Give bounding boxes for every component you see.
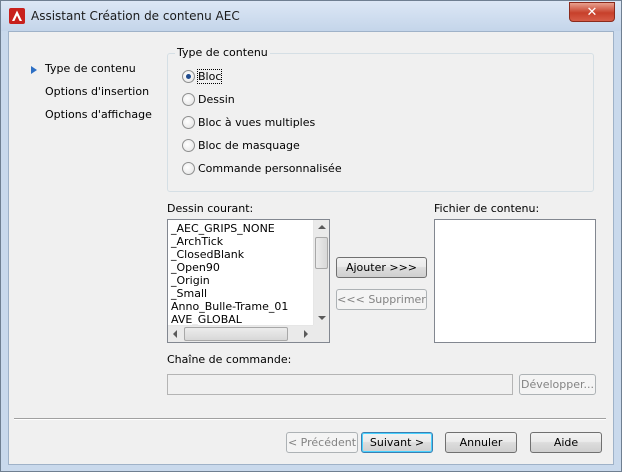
radio-label[interactable]: Bloc: [196, 69, 223, 84]
list-item[interactable]: _AEC_GRIPS_NONE: [171, 222, 275, 235]
radio-button-checked[interactable]: [182, 70, 195, 83]
scroll-left-arrow-icon[interactable]: [173, 330, 177, 338]
footer-separator: [14, 418, 606, 420]
content-file-label: Fichier de contenu:: [434, 202, 540, 215]
help-button[interactable]: Aide: [530, 432, 602, 453]
close-icon: ✕: [586, 4, 598, 19]
vertical-scroll-thumb[interactable]: [315, 237, 328, 269]
window-title: Assistant Création de contenu AEC: [31, 9, 240, 23]
horizontal-scrollbar[interactable]: [168, 325, 313, 342]
radio-button[interactable]: [182, 162, 195, 175]
list-item[interactable]: _ArchTick: [171, 235, 223, 248]
command-string-field[interactable]: [167, 374, 513, 395]
radio-label[interactable]: Dessin: [198, 93, 235, 106]
close-button[interactable]: ✕: [569, 2, 615, 22]
list-item[interactable]: _Open90: [171, 261, 220, 274]
current-drawing-label: Dessin courant:: [167, 202, 254, 215]
remove-button[interactable]: <<< Supprimer: [336, 289, 427, 310]
command-string-label: Chaîne de commande:: [167, 353, 292, 366]
cancel-button[interactable]: Annuler: [445, 432, 517, 453]
content-file-list[interactable]: [434, 219, 596, 343]
vertical-scrollbar[interactable]: [313, 220, 329, 325]
scroll-right-arrow-icon[interactable]: [304, 330, 308, 338]
current-step-arrow-icon: [31, 66, 37, 74]
radio-label[interactable]: Bloc de masquage: [198, 139, 300, 152]
content-type-legend: Type de contenu: [175, 46, 270, 59]
scroll-corner: [313, 325, 329, 342]
list-item[interactable]: _Origin: [171, 274, 210, 287]
next-button[interactable]: Suivant >: [361, 432, 433, 453]
list-item[interactable]: _ClosedBlank: [171, 248, 244, 261]
previous-button[interactable]: < Précédent: [286, 432, 358, 453]
radio-button[interactable]: [182, 93, 195, 106]
radio-label[interactable]: Commande personnalisée: [198, 162, 342, 175]
nav-step-content-type[interactable]: Type de contenu: [45, 62, 136, 75]
scroll-up-arrow-icon[interactable]: [318, 225, 326, 229]
nav-step-display-options[interactable]: Options d'affichage: [45, 108, 152, 121]
dialog-client-area: Type de contenu Options d'insertion Opti…: [8, 31, 614, 465]
radio-button[interactable]: [182, 116, 195, 129]
expand-button[interactable]: Développer...: [519, 374, 596, 395]
list-item[interactable]: Anno_Bulle-Trame_01: [171, 300, 288, 313]
radio-label[interactable]: Bloc à vues multiples: [198, 116, 315, 129]
radio-button[interactable]: [182, 139, 195, 152]
add-button[interactable]: Ajouter >>>: [336, 257, 427, 278]
scroll-down-arrow-icon[interactable]: [318, 316, 326, 320]
current-drawing-list[interactable]: _AEC_GRIPS_NONE _ArchTick _ClosedBlank _…: [167, 219, 330, 343]
wizard-window: Assistant Création de contenu AEC ✕ Type…: [0, 0, 622, 472]
nav-step-insertion-options[interactable]: Options d'insertion: [45, 85, 149, 98]
autocad-a-icon: [9, 8, 25, 24]
title-bar[interactable]: Assistant Création de contenu AEC ✕: [1, 1, 621, 31]
horizontal-scroll-thumb[interactable]: [184, 327, 288, 341]
list-item[interactable]: _Small: [171, 287, 207, 300]
